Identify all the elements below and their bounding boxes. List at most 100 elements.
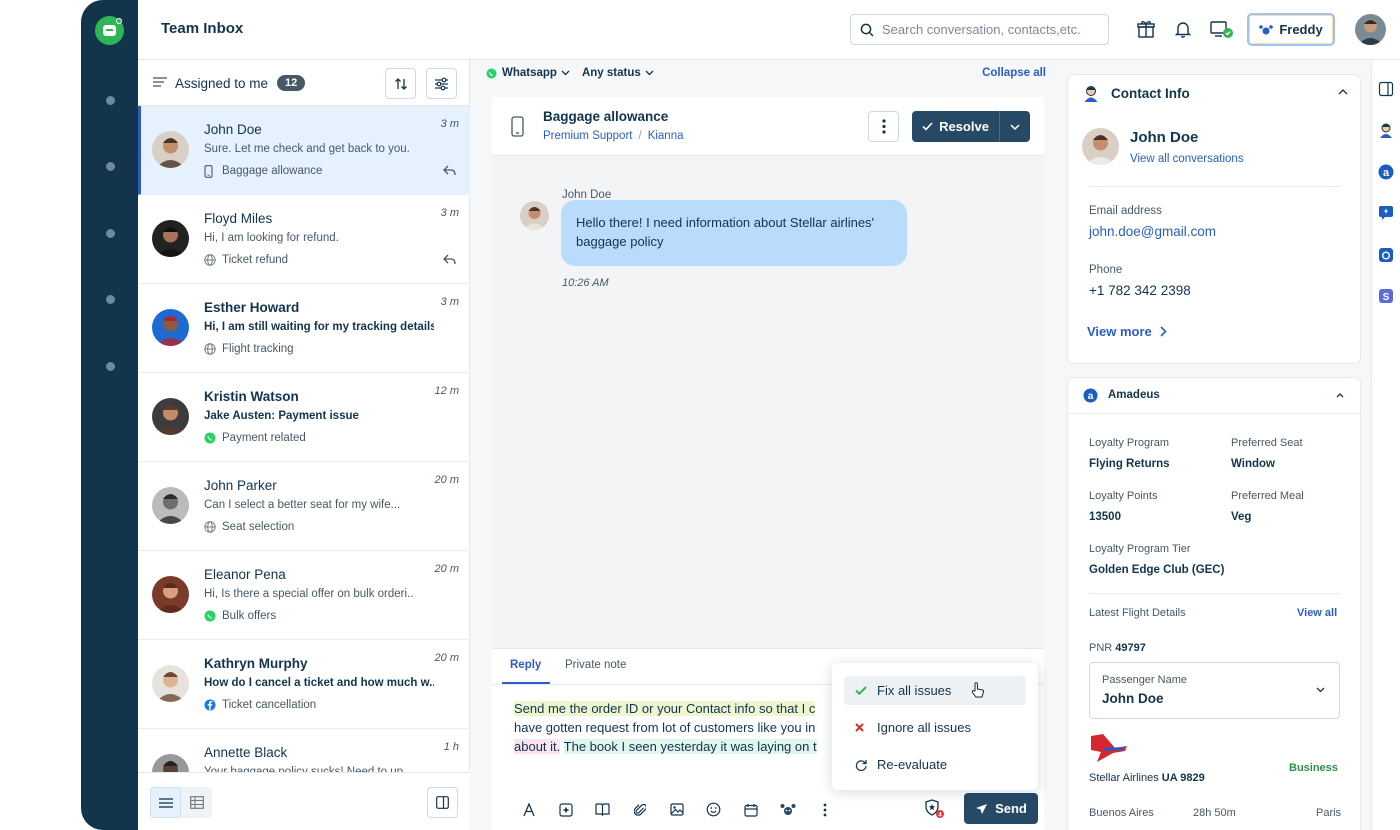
pnr-value: 49797 (1115, 642, 1146, 654)
conversation-item[interactable]: John Doe Sure. Let me check and get back … (138, 106, 470, 195)
schedule-button[interactable] (732, 803, 769, 817)
chevron-down-icon (1010, 123, 1020, 130)
origin-city: Buenos Aires (1089, 807, 1154, 819)
conversation-item[interactable]: Eleanor Pena Hi, Is there a special offer… (138, 551, 470, 640)
freddy-button[interactable]: Freddy (1247, 13, 1335, 46)
view-more-link[interactable]: View more (1087, 324, 1167, 339)
attach-button[interactable] (621, 802, 658, 817)
tab-reply[interactable]: Reply (510, 659, 541, 671)
group-link[interactable]: Premium Support (543, 130, 632, 142)
agent-link[interactable]: Kianna (648, 130, 684, 142)
flight-airline-row: Stellar Airlines UA 9829 (1089, 772, 1205, 784)
chat-app-icon[interactable] (1378, 205, 1394, 221)
conversation-preview: Can I select a better seat for my wife..… (204, 499, 401, 511)
re-evaluate-label: Re-evaluate (877, 757, 948, 772)
panel-toggle-icon[interactable] (1378, 81, 1394, 97)
resolve-dropdown-button[interactable] (1000, 123, 1030, 130)
contact-avatar (1082, 128, 1119, 165)
conversation-filters: Whatsapp Any status (486, 67, 666, 79)
conversation-tag-label: Flight tracking (222, 343, 294, 355)
amadeus-logo-icon: a (1083, 388, 1098, 403)
nav-item-1[interactable] (106, 96, 115, 105)
re-evaluate-option[interactable]: Re-evaluate (844, 750, 1026, 779)
divider (1089, 186, 1340, 187)
passenger-select[interactable]: Passenger Name John Doe (1089, 662, 1340, 719)
sort-button[interactable] (385, 68, 416, 99)
conversation-item[interactable]: Esther Howard Hi, I am still waiting for … (138, 284, 470, 373)
agent-status-icon[interactable] (1210, 19, 1234, 39)
conversation-time: 1 h (443, 741, 459, 753)
channel-filter[interactable]: Whatsapp (486, 67, 570, 79)
fix-all-issues-option[interactable]: Fix all issues (844, 676, 1026, 705)
resolve-button[interactable]: Resolve (912, 111, 1000, 142)
flight-duration: 28h 50m (1193, 807, 1236, 819)
freddy-icon (780, 804, 795, 815)
tab-private-note[interactable]: Private note (565, 659, 626, 671)
conversation-avatar (152, 220, 189, 257)
filter-menu-icon[interactable] (153, 76, 167, 88)
preferred-meal-label: Preferred Meal (1231, 490, 1304, 502)
send-button[interactable]: Send (964, 793, 1038, 824)
bell-icon[interactable] (1173, 19, 1193, 39)
ai-assist-button[interactable] (547, 802, 584, 817)
list-view-button[interactable] (150, 787, 181, 818)
reply-line2: have gotten request from lot of customer… (514, 720, 816, 735)
camera-app-icon[interactable] (1378, 247, 1394, 263)
amadeus-app-icon[interactable]: a (1378, 164, 1394, 180)
reply-icon (443, 165, 456, 176)
status-filter-label: Any status (581, 67, 641, 79)
nav-item-4[interactable] (106, 295, 115, 304)
view-all-flights-link[interactable]: View all (1297, 607, 1337, 619)
conversation-time: 3 m (440, 207, 459, 219)
collapse-panel-button[interactable] (427, 787, 458, 818)
stripe-app-icon[interactable]: S (1378, 288, 1394, 304)
conversation-item[interactable]: John Parker Can I select a better seat fo… (138, 462, 470, 551)
freddy-ai-button[interactable] (769, 803, 806, 816)
email-value[interactable]: john.doe@gmail.com (1089, 224, 1216, 239)
editor-toolbar (510, 802, 843, 817)
search-box[interactable] (850, 14, 1109, 45)
sparkle-box-icon (558, 802, 573, 817)
conversation-avatar (152, 487, 189, 524)
amadeus-card: a Amadeus Loyalty Program Flying Returns… (1067, 377, 1362, 830)
view-all-conversations-link[interactable]: View all conversations (1130, 153, 1244, 165)
user-avatar[interactable] (1355, 14, 1386, 45)
emoji-button[interactable] (695, 802, 732, 817)
search-input[interactable] (882, 22, 1102, 37)
nav-item-5[interactable] (106, 362, 115, 371)
more-actions-button[interactable] (868, 111, 899, 142)
conversation-name: John Parker (204, 478, 277, 493)
conversation-tag-label: Baggage allowance (222, 165, 323, 177)
image-button[interactable] (658, 803, 695, 816)
reply-textarea[interactable]: Send me the order ID or your Contact inf… (514, 699, 834, 756)
conversation-tag-label: Ticket refund (222, 254, 289, 266)
chevron-up-icon[interactable] (1336, 393, 1344, 398)
panel-icon (436, 796, 449, 809)
nav-item-2[interactable] (106, 162, 115, 171)
app-logo-icon[interactable] (95, 16, 124, 45)
table-view-button[interactable] (181, 787, 212, 818)
collapse-all-link[interactable]: Collapse all (982, 67, 1046, 79)
solutions-button[interactable] (584, 803, 621, 816)
chevron-up-icon[interactable] (1338, 89, 1348, 95)
text-format-button[interactable] (510, 802, 547, 817)
amadeus-header: a Amadeus (1068, 378, 1362, 414)
conversation-item[interactable]: Kristin Watson Jake Austen: Payment issue… (138, 373, 470, 462)
filter-settings-button[interactable] (426, 68, 457, 99)
nav-item-3[interactable] (106, 229, 115, 238)
list-filter-label[interactable]: Assigned to me (175, 76, 268, 91)
more-tools-button[interactable] (806, 803, 843, 817)
grammar-check-button[interactable]: 4 (924, 799, 946, 824)
status-filter[interactable]: Any status (582, 67, 654, 79)
contact-icon[interactable] (1378, 122, 1394, 138)
conversation-item[interactable]: Kathryn Murphy How do I cancel a ticket a… (138, 640, 470, 729)
gift-icon[interactable] (1136, 19, 1156, 39)
details-pane: Contact Info John Doe View all conversat… (1055, 60, 1400, 830)
airline-logo (1091, 734, 1127, 762)
top-bar: Team Inbox Freddy (138, 0, 1400, 60)
list-header: Assigned to me 12 (138, 60, 469, 106)
ignore-all-issues-option[interactable]: Ignore all issues (844, 713, 1026, 742)
check-icon (855, 686, 867, 695)
tier-value: Golden Edge Club (GEC) (1089, 564, 1225, 576)
conversation-item[interactable]: Floyd Miles Hi, I am looking for refund. T… (138, 195, 470, 284)
